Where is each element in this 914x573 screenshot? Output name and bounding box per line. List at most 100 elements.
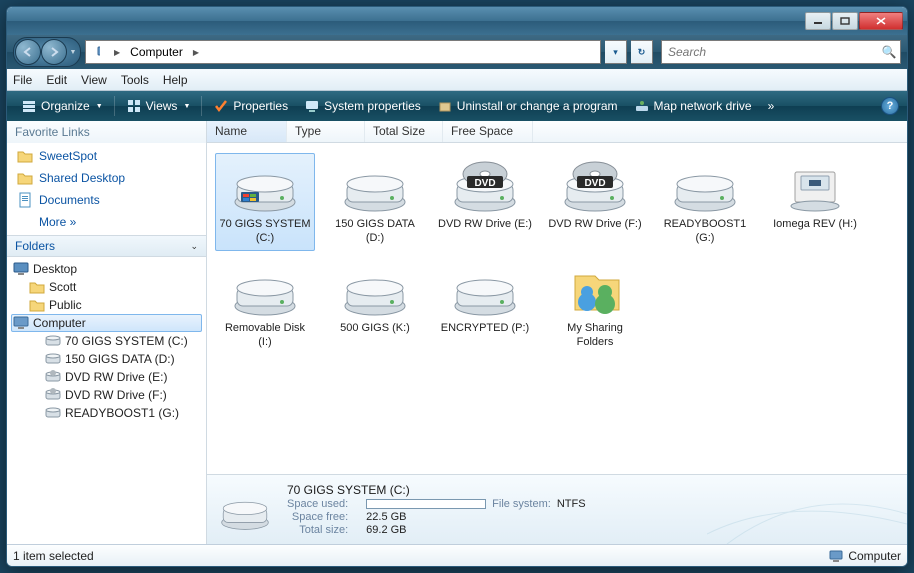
- hdd-icon: [339, 158, 411, 214]
- explorer-window: ▼ ▶ Computer ▶ ▾ ↻ 🔍 File Edit View Tool…: [6, 6, 908, 567]
- column-name[interactable]: Name: [207, 121, 287, 142]
- menu-tools[interactable]: Tools: [121, 73, 149, 87]
- address-dropdown[interactable]: ▾: [605, 40, 627, 64]
- hdd-icon: [449, 262, 521, 318]
- map-drive-button[interactable]: Map network drive: [628, 94, 758, 118]
- folder-icon: [17, 214, 33, 230]
- computer-icon: [304, 98, 320, 114]
- refresh-button[interactable]: ↻: [631, 40, 653, 64]
- tree-item[interactable]: READYBOOST1 (G:): [11, 404, 202, 422]
- overflow-button[interactable]: »: [762, 94, 781, 118]
- hdd-icon: [339, 262, 411, 318]
- tree-item[interactable]: Public: [11, 296, 202, 314]
- tree-item[interactable]: DVD RW Drive (E:): [11, 368, 202, 386]
- details-space-free: 22.5 GB: [366, 511, 585, 523]
- properties-button[interactable]: Properties: [207, 94, 294, 118]
- details-title: 70 GIGS SYSTEM (C:): [287, 483, 586, 497]
- back-button[interactable]: [15, 39, 41, 65]
- menu-view[interactable]: View: [81, 73, 107, 87]
- breadcrumb-chevron-icon[interactable]: ▶: [110, 41, 124, 63]
- document-icon: [17, 192, 33, 208]
- hdd-icon: [45, 351, 61, 367]
- drive-item[interactable]: 70 GIGS SYSTEM (C:): [215, 153, 315, 251]
- help-button[interactable]: ?: [881, 97, 899, 115]
- favorite-link[interactable]: Documents: [7, 189, 206, 211]
- breadcrumb-computer[interactable]: Computer: [124, 41, 189, 63]
- favorite-links: SweetSpotShared DesktopDocumentsMore »: [7, 143, 206, 235]
- hdd-icon: [669, 158, 741, 214]
- hdd-icon: [45, 333, 61, 349]
- drive-item[interactable]: ENCRYPTED (P:): [435, 257, 535, 355]
- computer-icon: [13, 315, 29, 331]
- views-button[interactable]: Views▼: [120, 94, 197, 118]
- maximize-button[interactable]: [832, 12, 858, 30]
- organize-icon: [21, 98, 37, 114]
- folder-icon: [29, 279, 45, 295]
- hdd-icon: [45, 405, 61, 421]
- system-properties-button[interactable]: System properties: [298, 94, 427, 118]
- details-filesystem: NTFS: [557, 498, 586, 510]
- column-headers: Name Type Total Size Free Space: [207, 121, 907, 143]
- folder-icon: [29, 297, 45, 313]
- minimize-button[interactable]: [805, 12, 831, 30]
- tree-item[interactable]: 150 GIGS DATA (D:): [11, 350, 202, 368]
- breadcrumb-chevron-icon[interactable]: ▶: [189, 41, 203, 63]
- drive-item[interactable]: 150 GIGS DATA (D:): [325, 153, 425, 251]
- drive-item[interactable]: 500 GIGS (K:): [325, 257, 425, 355]
- folder-icon: [17, 170, 33, 186]
- folder-icon: [17, 148, 33, 164]
- status-bar: 1 item selected Computer: [7, 544, 907, 566]
- drive-item[interactable]: DVDDVD RW Drive (F:): [545, 153, 645, 251]
- search-icon[interactable]: 🔍: [878, 45, 900, 59]
- favorite-link[interactable]: Shared Desktop: [7, 167, 206, 189]
- details-pane: 70 GIGS SYSTEM (C:) Space used: File sys…: [207, 474, 907, 544]
- search-box[interactable]: 🔍: [661, 40, 901, 64]
- drive-item[interactable]: READYBOOST1 (G:): [655, 153, 755, 251]
- hdd-win-icon: [229, 158, 301, 214]
- views-icon: [126, 98, 142, 114]
- favorite-link[interactable]: SweetSpot: [7, 145, 206, 167]
- menu-help[interactable]: Help: [163, 73, 188, 87]
- favorite-links-header: Favorite Links: [7, 121, 206, 143]
- selected-drive-icon: [217, 488, 273, 532]
- rev-icon: [779, 158, 851, 214]
- details-total-size: 69.2 GB: [366, 524, 585, 536]
- hdd-icon: [229, 262, 301, 318]
- titlebar: [7, 7, 907, 35]
- drive-item[interactable]: My Sharing Folders: [545, 257, 645, 355]
- column-total[interactable]: Total Size: [365, 121, 443, 142]
- column-free[interactable]: Free Space: [443, 121, 533, 142]
- drive-item[interactable]: DVDDVD RW Drive (E:): [435, 153, 535, 251]
- space-used-bar: [366, 499, 486, 509]
- svg-text:DVD: DVD: [584, 178, 605, 189]
- navigation-pane: Favorite Links SweetSpotShared DesktopDo…: [7, 121, 207, 544]
- tree-item[interactable]: 70 GIGS SYSTEM (C:): [11, 332, 202, 350]
- nav-history-dropdown[interactable]: ▼: [67, 39, 79, 65]
- folders-header[interactable]: Folders ⌄: [7, 235, 206, 257]
- close-button[interactable]: [859, 12, 903, 30]
- tree-item[interactable]: DVD RW Drive (F:): [11, 386, 202, 404]
- drive-item[interactable]: Removable Disk (I:): [215, 257, 315, 355]
- tree-item[interactable]: Desktop: [11, 260, 202, 278]
- uninstall-button[interactable]: Uninstall or change a program: [431, 94, 624, 118]
- folder-tree: DesktopScottPublicComputer70 GIGS SYSTEM…: [7, 257, 206, 544]
- share-icon: [559, 262, 631, 318]
- column-type[interactable]: Type: [287, 121, 365, 142]
- tree-item[interactable]: Scott: [11, 278, 202, 296]
- menu-edit[interactable]: Edit: [46, 73, 67, 87]
- dvd-icon: DVD: [559, 158, 631, 214]
- organize-button[interactable]: Organize▼: [15, 94, 109, 118]
- menu-file[interactable]: File: [13, 73, 32, 87]
- dvd-icon: DVD: [449, 158, 521, 214]
- tree-item[interactable]: Computer: [11, 314, 202, 332]
- drive-item[interactable]: Iomega REV (H:): [765, 153, 865, 251]
- forward-button[interactable]: [41, 39, 67, 65]
- explorer-body: Favorite Links SweetSpotShared DesktopDo…: [7, 121, 907, 544]
- menu-bar: File Edit View Tools Help: [7, 69, 907, 91]
- favorite-link[interactable]: More »: [7, 211, 206, 233]
- chevron-down-icon: ⌄: [190, 241, 198, 252]
- search-input[interactable]: [662, 45, 878, 59]
- network-drive-icon: [634, 98, 650, 114]
- address-bar[interactable]: ▶ Computer ▶: [85, 40, 601, 64]
- status-text: 1 item selected: [13, 549, 94, 563]
